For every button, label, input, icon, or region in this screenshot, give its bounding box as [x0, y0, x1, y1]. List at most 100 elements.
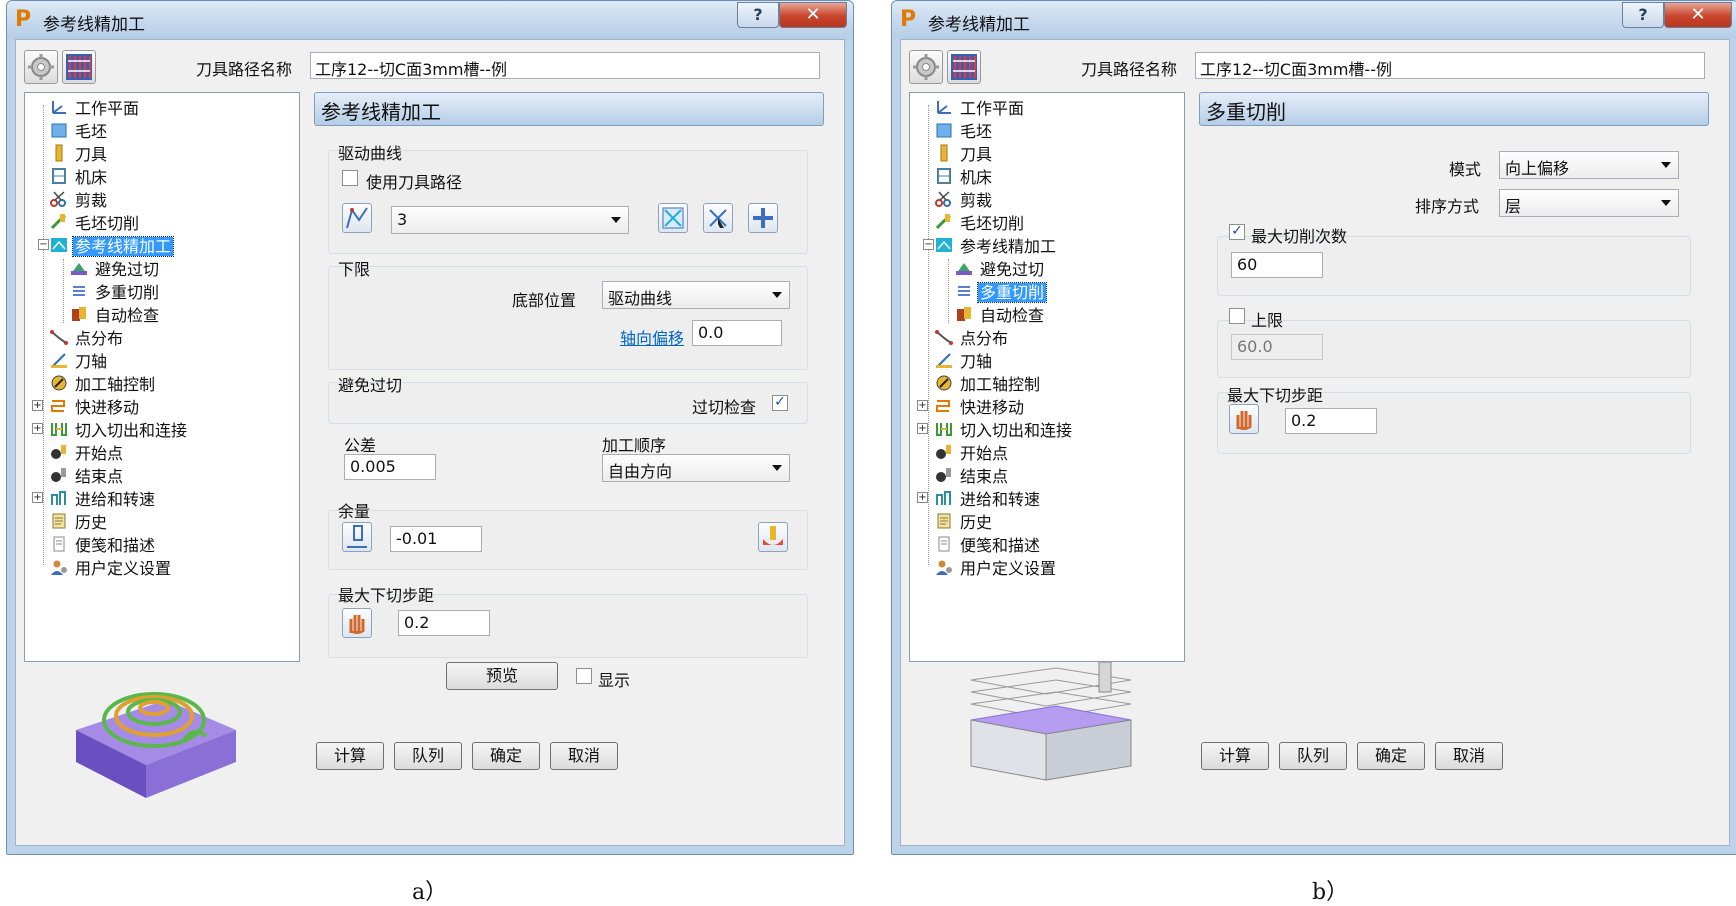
- max-cuts-input[interactable]: 60: [1231, 252, 1323, 278]
- calculate-button[interactable]: 计算: [316, 742, 384, 770]
- tree-item-multiple-cuts[interactable]: 多重切削: [954, 279, 1048, 303]
- queue-button[interactable]: 队列: [1279, 742, 1347, 770]
- auto-check-icon: [69, 305, 89, 323]
- tree-item-end-point[interactable]: 结束点: [49, 463, 125, 486]
- tree-item-avoid-gouge[interactable]: 避免过切: [69, 256, 161, 279]
- tree-item-multiple-cuts[interactable]: 多重切削: [69, 279, 161, 302]
- tree-expander-plus[interactable]: +: [917, 400, 928, 411]
- tree-item-trim[interactable]: 剪裁: [49, 187, 109, 210]
- tree-item-leads-links[interactable]: 切入切出和连接: [934, 417, 1074, 440]
- stepdown-input[interactable]: 0.2: [1285, 408, 1377, 434]
- tree-item-feeds-speeds[interactable]: 进给和转速: [934, 486, 1042, 509]
- tree-item-feeds-speeds[interactable]: 进给和转速: [49, 486, 157, 509]
- component-allowance-button[interactable]: [758, 522, 788, 552]
- tree-expander-minus[interactable]: −: [38, 239, 49, 250]
- settings-gear-button[interactable]: [24, 50, 58, 84]
- tree-item-reference-finishing[interactable]: 参考线精加工: [49, 233, 175, 257]
- tree-item-workplane[interactable]: 工作平面: [934, 95, 1026, 118]
- sort-order-select[interactable]: 层: [1499, 189, 1679, 217]
- tree-item-history[interactable]: 历史: [934, 509, 994, 532]
- tree-item-tool[interactable]: 刀具: [934, 141, 994, 164]
- show-checkbox[interactable]: [576, 668, 592, 684]
- tree-expander-plus[interactable]: +: [917, 423, 928, 434]
- calculate-button[interactable]: 计算: [1201, 742, 1269, 770]
- tree-item-start-point[interactable]: 开始点: [49, 440, 125, 463]
- tree-item-auto-check[interactable]: 自动检查: [954, 302, 1046, 325]
- toolpath-view-button[interactable]: [947, 50, 981, 84]
- tree-item-user-settings[interactable]: 用户定义设置: [49, 555, 173, 578]
- tree-item-rapid-move[interactable]: 快进移动: [934, 394, 1026, 417]
- stepdown-toggle-button[interactable]: [1229, 404, 1259, 434]
- toolpath-name-input[interactable]: 工序12--切C面3mm槽--例: [310, 52, 820, 79]
- title-bar[interactable]: P 参考线精加工 ? ✕: [7, 1, 853, 39]
- upper-limit-input[interactable]: 60.0: [1231, 334, 1323, 360]
- use-toolpath-checkbox[interactable]: [342, 170, 358, 186]
- cancel-button[interactable]: 取消: [1435, 742, 1503, 770]
- tree-item-notes[interactable]: 便笺和描述: [934, 532, 1042, 555]
- tree-item-notes[interactable]: 便笺和描述: [49, 532, 157, 555]
- tree-expander-plus[interactable]: +: [917, 492, 928, 503]
- tree-item-axis-control[interactable]: 加工轴控制: [934, 371, 1042, 394]
- curve-add-button[interactable]: [748, 203, 778, 233]
- gouge-check-checkbox[interactable]: ✓: [772, 395, 788, 411]
- queue-button[interactable]: 队列: [394, 742, 462, 770]
- bottom-position-select[interactable]: 驱动曲线: [602, 281, 790, 309]
- tree-item-user-settings[interactable]: 用户定义设置: [934, 555, 1058, 578]
- tree-expander-plus[interactable]: +: [32, 423, 43, 434]
- allowance-toggle-button[interactable]: [342, 522, 372, 552]
- strategy-tree[interactable]: 工作平面 毛坯 刀具 机床 剪裁 毛坯切削 − 参考线精加工 避免过切 多重切削…: [909, 92, 1185, 662]
- mode-select[interactable]: 向上偏移: [1499, 151, 1679, 179]
- tree-item-machine[interactable]: 机床: [49, 164, 109, 187]
- cancel-button[interactable]: 取消: [550, 742, 618, 770]
- axial-offset-link[interactable]: 轴向偏移: [620, 325, 684, 349]
- max-cuts-checkbox[interactable]: ✓: [1229, 224, 1245, 240]
- close-button[interactable]: ✕: [779, 2, 847, 28]
- preview-button[interactable]: 预览: [446, 662, 558, 690]
- tree-item-start-point[interactable]: 开始点: [934, 440, 1010, 463]
- help-button[interactable]: ?: [737, 2, 779, 28]
- axial-offset-input[interactable]: 0.0: [692, 320, 782, 346]
- tree-item-tool[interactable]: 刀具: [49, 141, 109, 164]
- toolpath-view-button[interactable]: [62, 50, 96, 84]
- tree-item-workplane[interactable]: 工作平面: [49, 95, 141, 118]
- tree-item-reference-finishing[interactable]: 参考线精加工: [934, 233, 1058, 256]
- tree-item-point-distribution[interactable]: 点分布: [934, 325, 1010, 348]
- help-button[interactable]: ?: [1622, 2, 1664, 28]
- strategy-tree[interactable]: 工作平面 毛坯 刀具 机床 剪裁 毛坯切削 − 参考线精加工 避免过切 多重切削…: [24, 92, 300, 662]
- ok-button[interactable]: 确定: [1357, 742, 1425, 770]
- tree-item-block[interactable]: 毛坯: [934, 118, 994, 141]
- curve-edit-button[interactable]: [658, 203, 688, 233]
- upper-limit-checkbox[interactable]: [1229, 308, 1245, 324]
- stepdown-toggle-button[interactable]: [342, 608, 372, 638]
- tree-item-end-point[interactable]: 结束点: [934, 463, 1010, 486]
- tolerance-input[interactable]: 0.005: [344, 454, 436, 480]
- close-button[interactable]: ✕: [1664, 2, 1732, 28]
- tree-item-auto-check[interactable]: 自动检查: [69, 302, 161, 325]
- tree-item-block-cut[interactable]: 毛坯切削: [49, 210, 141, 233]
- tree-item-block-cut[interactable]: 毛坯切削: [934, 210, 1026, 233]
- stepdown-input[interactable]: 0.2: [398, 610, 490, 636]
- settings-gear-button[interactable]: [909, 50, 943, 84]
- tree-item-rapid-move[interactable]: 快进移动: [49, 394, 141, 417]
- tree-item-machine[interactable]: 机床: [934, 164, 994, 187]
- ok-button[interactable]: 确定: [472, 742, 540, 770]
- toolpath-name-input[interactable]: 工序12--切C面3mm槽--例: [1195, 52, 1705, 79]
- tree-item-leads-links[interactable]: 切入切出和连接: [49, 417, 189, 440]
- tree-item-avoid-gouge[interactable]: 避免过切: [954, 256, 1046, 279]
- tree-item-point-distribution[interactable]: 点分布: [49, 325, 125, 348]
- title-bar[interactable]: P 参考线精加工 ? ✕: [892, 1, 1736, 39]
- allowance-input[interactable]: -0.01: [390, 526, 482, 552]
- tree-expander-plus[interactable]: +: [32, 400, 43, 411]
- tree-item-history[interactable]: 历史: [49, 509, 109, 532]
- drive-curve-select[interactable]: 3: [391, 206, 629, 234]
- tree-item-tool-axis[interactable]: 刀轴: [49, 348, 109, 371]
- curve-select-button[interactable]: [703, 203, 733, 233]
- tree-item-trim[interactable]: 剪裁: [934, 187, 994, 210]
- drive-curve-pick-button[interactable]: [342, 203, 372, 233]
- machining-order-select[interactable]: 自由方向: [602, 454, 790, 482]
- tree-item-axis-control[interactable]: 加工轴控制: [49, 371, 157, 394]
- tree-item-tool-axis[interactable]: 刀轴: [934, 348, 994, 371]
- tree-expander-plus[interactable]: +: [32, 492, 43, 503]
- tree-item-block[interactable]: 毛坯: [49, 118, 109, 141]
- tree-expander-minus[interactable]: −: [923, 239, 934, 250]
